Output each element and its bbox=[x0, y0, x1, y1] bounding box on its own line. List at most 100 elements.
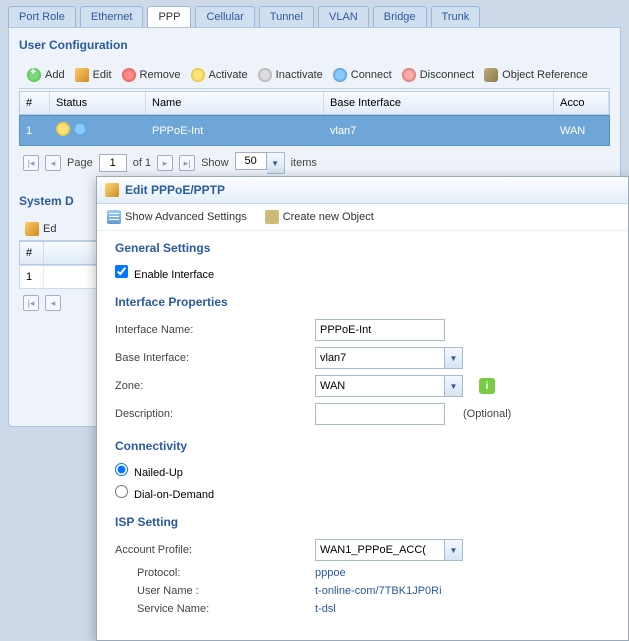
connectivity-heading: Connectivity bbox=[115, 439, 610, 453]
dial-on-demand-radio[interactable] bbox=[115, 485, 128, 498]
base-interface-label: Base Interface: bbox=[115, 352, 305, 364]
service-name-label: Service Name: bbox=[115, 603, 305, 615]
enable-label: Enable Interface bbox=[134, 269, 214, 281]
page-of-label: of 1 bbox=[133, 157, 151, 169]
inactivate-button[interactable]: Inactivate bbox=[258, 68, 323, 82]
page-prev-button[interactable]: ◂ bbox=[45, 155, 61, 171]
isp-setting-heading: ISP Setting bbox=[115, 515, 610, 529]
user-name-value: t-online-com/7TBK1JP0Ri bbox=[315, 585, 442, 597]
tab-ppp[interactable]: PPP bbox=[147, 6, 191, 27]
account-profile-dropdown-button[interactable]: ▼ bbox=[445, 539, 463, 561]
cell-acct: WAN bbox=[554, 119, 609, 143]
sysd-page-first[interactable]: |◂ bbox=[23, 295, 39, 311]
zone-select[interactable] bbox=[315, 375, 445, 397]
account-profile-select[interactable] bbox=[315, 539, 445, 561]
pencil-icon bbox=[105, 183, 119, 197]
bulb-on-icon bbox=[191, 68, 205, 82]
col-acct[interactable]: Acco bbox=[554, 92, 609, 114]
nailed-label: Nailed-Up bbox=[134, 467, 183, 479]
add-button[interactable]: Add bbox=[27, 68, 65, 82]
col-name[interactable]: Name bbox=[146, 92, 324, 114]
page-input[interactable] bbox=[99, 154, 127, 172]
tab-cellular[interactable]: Cellular bbox=[195, 6, 254, 27]
enable-interface-row[interactable]: Enable Interface bbox=[115, 265, 214, 281]
disconnect-label: Disconnect bbox=[420, 69, 474, 81]
modal-toolbar: Show Advanced Settings Create new Object bbox=[97, 204, 628, 231]
activate-button[interactable]: Activate bbox=[191, 68, 248, 82]
page-first-button[interactable]: |◂ bbox=[23, 155, 39, 171]
disconnect-button[interactable]: Disconnect bbox=[402, 68, 474, 82]
items-label: items bbox=[291, 157, 317, 169]
add-icon bbox=[27, 68, 41, 82]
protocol-value: pppoe bbox=[315, 567, 346, 579]
col-status[interactable]: Status bbox=[50, 92, 146, 114]
account-profile-label: Account Profile: bbox=[115, 544, 305, 556]
table-header: # Status Name Base Interface Acco bbox=[19, 91, 610, 115]
interface-properties-heading: Interface Properties bbox=[115, 295, 610, 309]
nailed-up-radio[interactable] bbox=[115, 463, 128, 476]
general-settings-heading: General Settings bbox=[115, 241, 610, 255]
edit-label: Edit bbox=[93, 69, 112, 81]
tab-vlan[interactable]: VLAN bbox=[318, 6, 369, 27]
info-icon[interactable]: i bbox=[479, 378, 495, 394]
nailed-up-row[interactable]: Nailed-Up bbox=[115, 463, 183, 479]
table-row[interactable]: 1 PPPoE-Int vlan7 WAN bbox=[19, 115, 610, 146]
tab-tunnel[interactable]: Tunnel bbox=[259, 6, 314, 27]
newobj-label: Create new Object bbox=[283, 211, 374, 223]
tab-port-role[interactable]: Port Role bbox=[8, 6, 76, 27]
base-interface-dropdown-button[interactable]: ▼ bbox=[445, 347, 463, 369]
create-object-button[interactable]: Create new Object bbox=[265, 210, 374, 224]
dial-on-demand-row[interactable]: Dial-on-Demand bbox=[115, 485, 214, 501]
pager: |◂ ◂ Page of 1 ▸ ▸| Show ▼ items bbox=[19, 146, 610, 180]
sysd-page-prev[interactable]: ◂ bbox=[45, 295, 61, 311]
protocol-label: Protocol: bbox=[115, 567, 305, 579]
page-next-button[interactable]: ▸ bbox=[157, 155, 173, 171]
disconnect-icon bbox=[402, 68, 416, 82]
general-settings-section: General Settings Enable Interface bbox=[115, 241, 610, 281]
sysd-cell-num: 1 bbox=[20, 266, 44, 288]
service-name-value: t-dsl bbox=[315, 603, 336, 615]
bulb-off-icon bbox=[258, 68, 272, 82]
col-base[interactable]: Base Interface bbox=[324, 92, 554, 114]
remove-button[interactable]: Remove bbox=[122, 68, 181, 82]
connectivity-section: Connectivity Nailed-Up Dial-on-Demand bbox=[115, 439, 610, 501]
user-config-title: User Configuration bbox=[19, 38, 610, 52]
edit-button[interactable]: Edit bbox=[75, 68, 112, 82]
cell-name: PPPoE-Int bbox=[146, 119, 324, 143]
base-interface-select[interactable] bbox=[315, 347, 445, 369]
page-label: Page bbox=[67, 157, 93, 169]
show-advanced-button[interactable]: Show Advanced Settings bbox=[107, 210, 247, 224]
adv-label: Show Advanced Settings bbox=[125, 211, 247, 223]
dial-label: Dial-on-Demand bbox=[134, 489, 214, 501]
interface-properties-section: Interface Properties Interface Name: Bas… bbox=[115, 295, 610, 425]
inactivate-label: Inactivate bbox=[276, 69, 323, 81]
zone-label: Zone: bbox=[115, 380, 305, 392]
show-label: Show bbox=[201, 157, 229, 169]
cell-base: vlan7 bbox=[324, 119, 554, 143]
edit-icon bbox=[25, 222, 39, 236]
sysd-col-num[interactable]: # bbox=[20, 242, 44, 264]
connect-label: Connect bbox=[351, 69, 392, 81]
cell-status bbox=[50, 116, 146, 145]
objref-button[interactable]: Object Reference bbox=[484, 68, 588, 82]
optional-label: (Optional) bbox=[463, 408, 511, 420]
enable-interface-checkbox[interactable] bbox=[115, 265, 128, 278]
grid-icon bbox=[265, 210, 279, 224]
user-name-label: User Name : bbox=[115, 585, 305, 597]
isp-setting-section: ISP Setting Account Profile: ▼ Protocol:… bbox=[115, 515, 610, 615]
toolbar: Add Edit Remove Activate Inactivate Conn… bbox=[19, 62, 610, 89]
tab-bridge[interactable]: Bridge bbox=[373, 6, 427, 27]
tab-trunk[interactable]: Trunk bbox=[431, 6, 481, 27]
show-dropdown-button[interactable]: ▼ bbox=[267, 152, 285, 174]
tab-ethernet[interactable]: Ethernet bbox=[80, 6, 144, 27]
interface-name-input[interactable] bbox=[315, 319, 445, 341]
status-bulb-icon bbox=[56, 122, 70, 136]
description-input[interactable] bbox=[315, 403, 445, 425]
col-num[interactable]: # bbox=[20, 92, 50, 114]
sysd-edit-button[interactable]: Ed bbox=[25, 222, 56, 236]
connect-button[interactable]: Connect bbox=[333, 68, 392, 82]
page-last-button[interactable]: ▸| bbox=[179, 155, 195, 171]
zone-dropdown-button[interactable]: ▼ bbox=[445, 375, 463, 397]
edit-modal: Edit PPPoE/PPTP Show Advanced Settings C… bbox=[96, 176, 629, 641]
show-input[interactable] bbox=[235, 152, 267, 170]
